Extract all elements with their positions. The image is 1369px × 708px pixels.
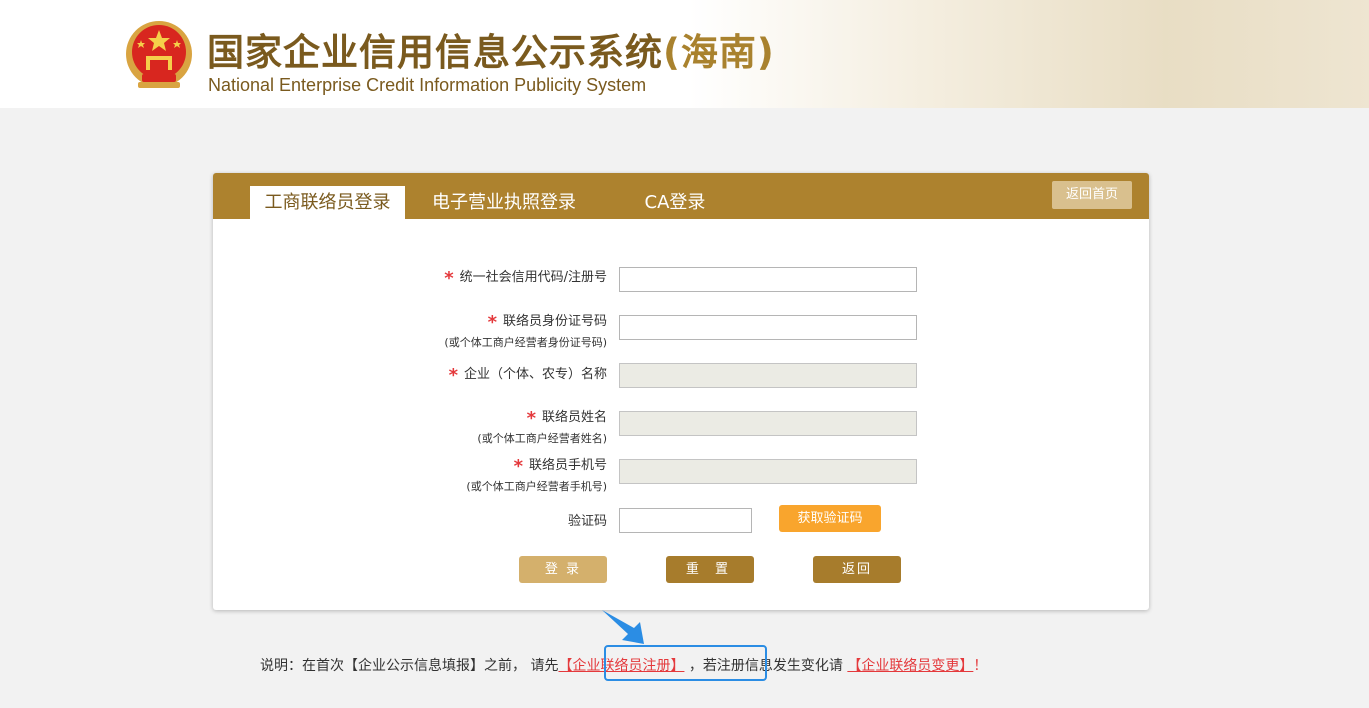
change-liaison-link-text[interactable]: 【企业联络员变更】 xyxy=(847,658,973,674)
required-mark: * xyxy=(513,456,523,477)
login-tab-bar: 工商联络员登录 电子营业执照登录 CA登录 返回首页 xyxy=(213,173,1149,219)
site-title-region: (海南) xyxy=(663,31,775,74)
tab-liaison-login[interactable]: 工商联络员登录 xyxy=(250,186,405,219)
liaison-name-input xyxy=(619,411,917,436)
note-prefix: 说明：在首次【企业公示信息填报】之前， 请先 xyxy=(260,658,559,674)
annotation-arrow-icon xyxy=(602,610,644,644)
liaison-name-label-text: 联络员姓名 xyxy=(541,410,607,425)
reset-button[interactable]: 重 置 xyxy=(666,556,754,583)
login-button[interactable]: 登 录 xyxy=(519,556,607,583)
site-title-main: 国家企业信用信息公示系统 xyxy=(207,31,663,74)
return-home-button[interactable]: 返回首页 xyxy=(1052,181,1132,209)
credit-code-label: * 统一社会信用代码/注册号 xyxy=(444,266,607,289)
site-header: 国家企业信用信息公示系统(海南) National Enterprise Cre… xyxy=(0,0,1369,108)
required-mark: * xyxy=(526,408,536,429)
required-mark: * xyxy=(448,365,458,386)
header-mountain-background xyxy=(689,0,1369,108)
company-name-label-text: 企业（个体、农专）名称 xyxy=(463,367,607,382)
captcha-label: 验证码 xyxy=(567,514,607,529)
company-name-input xyxy=(619,363,917,388)
required-mark: * xyxy=(444,268,454,289)
login-panel: 工商联络员登录 电子营业执照登录 CA登录 返回首页 * 统一社会信用代码/注册号… xyxy=(213,173,1149,610)
note-suffix: ！ xyxy=(973,658,988,674)
liaison-phone-sublabel: (或个体工商户经营者手机号) xyxy=(466,480,607,493)
id-number-sublabel: (或个体工商户经营者身份证号码) xyxy=(444,336,607,349)
credit-code-input[interactable] xyxy=(619,267,917,292)
captcha-input[interactable] xyxy=(619,508,752,533)
id-number-label-text: 联络员身份证号码 xyxy=(502,314,607,329)
site-title-english: National Enterprise Credit Information P… xyxy=(208,75,647,95)
company-name-label: * 企业（个体、农专）名称 xyxy=(449,363,607,386)
liaison-phone-label-text: 联络员手机号 xyxy=(528,458,607,473)
liaison-phone-label: * 联络员手机号 (或个体工商户经营者手机号) xyxy=(466,454,607,494)
credit-code-label-text: 统一社会信用代码/注册号 xyxy=(459,270,607,285)
tab-e-license-login[interactable]: 电子营业执照登录 xyxy=(421,186,587,219)
get-code-button[interactable]: 获取验证码 xyxy=(779,505,881,532)
back-button[interactable]: 返回 xyxy=(813,556,901,583)
required-mark: * xyxy=(487,312,497,333)
liaison-phone-input xyxy=(619,459,917,484)
highlight-box xyxy=(604,645,767,681)
id-number-label: * 联络员身份证号码 (或个体工商户经营者身份证号码) xyxy=(444,310,607,350)
national-emblem-icon xyxy=(126,21,192,88)
change-liaison-link[interactable]: 【企业联络员变更】 xyxy=(847,658,973,674)
id-number-input[interactable] xyxy=(619,315,917,340)
liaison-name-sublabel: (或个体工商户经营者姓名) xyxy=(477,432,607,445)
tab-ca-login[interactable]: CA登录 xyxy=(625,186,725,219)
site-title: 国家企业信用信息公示系统(海南) xyxy=(207,22,775,76)
liaison-name-label: * 联络员姓名 (或个体工商户经营者姓名) xyxy=(477,406,607,446)
